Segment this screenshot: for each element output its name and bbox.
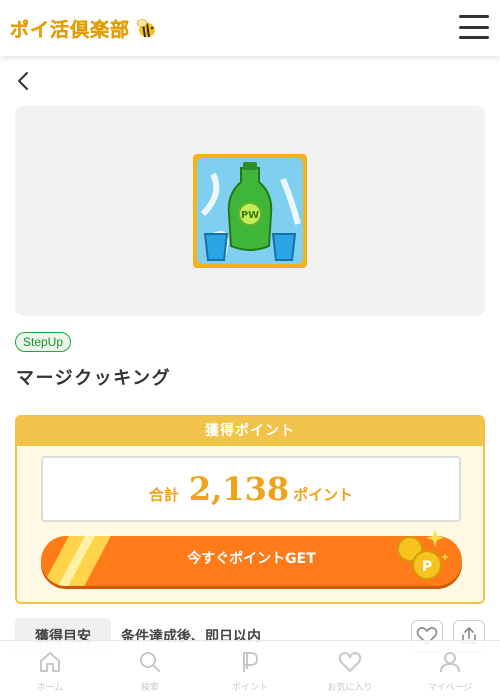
tab-points[interactable]: ポイント: [200, 641, 300, 700]
tab-search-label: 検索: [140, 683, 159, 693]
point-icon: [243, 652, 259, 672]
app-icon: PW: [193, 154, 307, 268]
hero-image-area: PW: [15, 106, 485, 316]
total-points-box: 合計 2,138 ポイント: [41, 456, 461, 522]
coins-icon: P: [397, 529, 449, 580]
points-heading: 獲得ポイント: [17, 417, 483, 446]
bee-icon: [136, 19, 156, 38]
offer-title: マージクッキング: [16, 368, 172, 389]
tab-search[interactable]: 検索: [100, 641, 200, 700]
tab-mypage-label: マイページ: [427, 683, 473, 693]
user-icon: [440, 652, 460, 673]
heart-icon: [338, 652, 362, 673]
app-header: ポイ活倶楽部: [0, 0, 500, 56]
tab-home-label: ホーム: [36, 683, 64, 693]
svg-text:P: P: [422, 559, 432, 575]
svg-text:PW: PW: [241, 210, 259, 221]
tab-home[interactable]: ホーム: [0, 641, 100, 700]
back-button[interactable]: [14, 70, 34, 92]
stepup-badge: StepUp: [15, 332, 72, 352]
search-icon: [140, 652, 160, 672]
menu-button[interactable]: [458, 13, 490, 41]
total-value: 2,138: [188, 470, 290, 508]
tab-favorites-label: お気に入り: [327, 683, 373, 693]
tab-mypage[interactable]: マイページ: [400, 641, 500, 700]
tab-favorites[interactable]: お気に入り: [300, 641, 400, 700]
tab-points-label: ポイント: [231, 683, 268, 693]
home-icon: [40, 652, 60, 672]
bottom-tab-bar: ホーム 検索 ポイント お気に入り マイページ: [0, 640, 500, 700]
logo-text: ポイ活倶楽部: [10, 18, 131, 41]
total-label: 合計: [148, 486, 179, 504]
hamburger-icon: [459, 15, 489, 18]
total-unit: ポイント: [293, 486, 354, 504]
points-panel: 獲得ポイント 合計 2,138 ポイント 今すぐポイントGET P: [15, 415, 485, 604]
site-logo[interactable]: ポイ活倶楽部: [10, 14, 158, 42]
